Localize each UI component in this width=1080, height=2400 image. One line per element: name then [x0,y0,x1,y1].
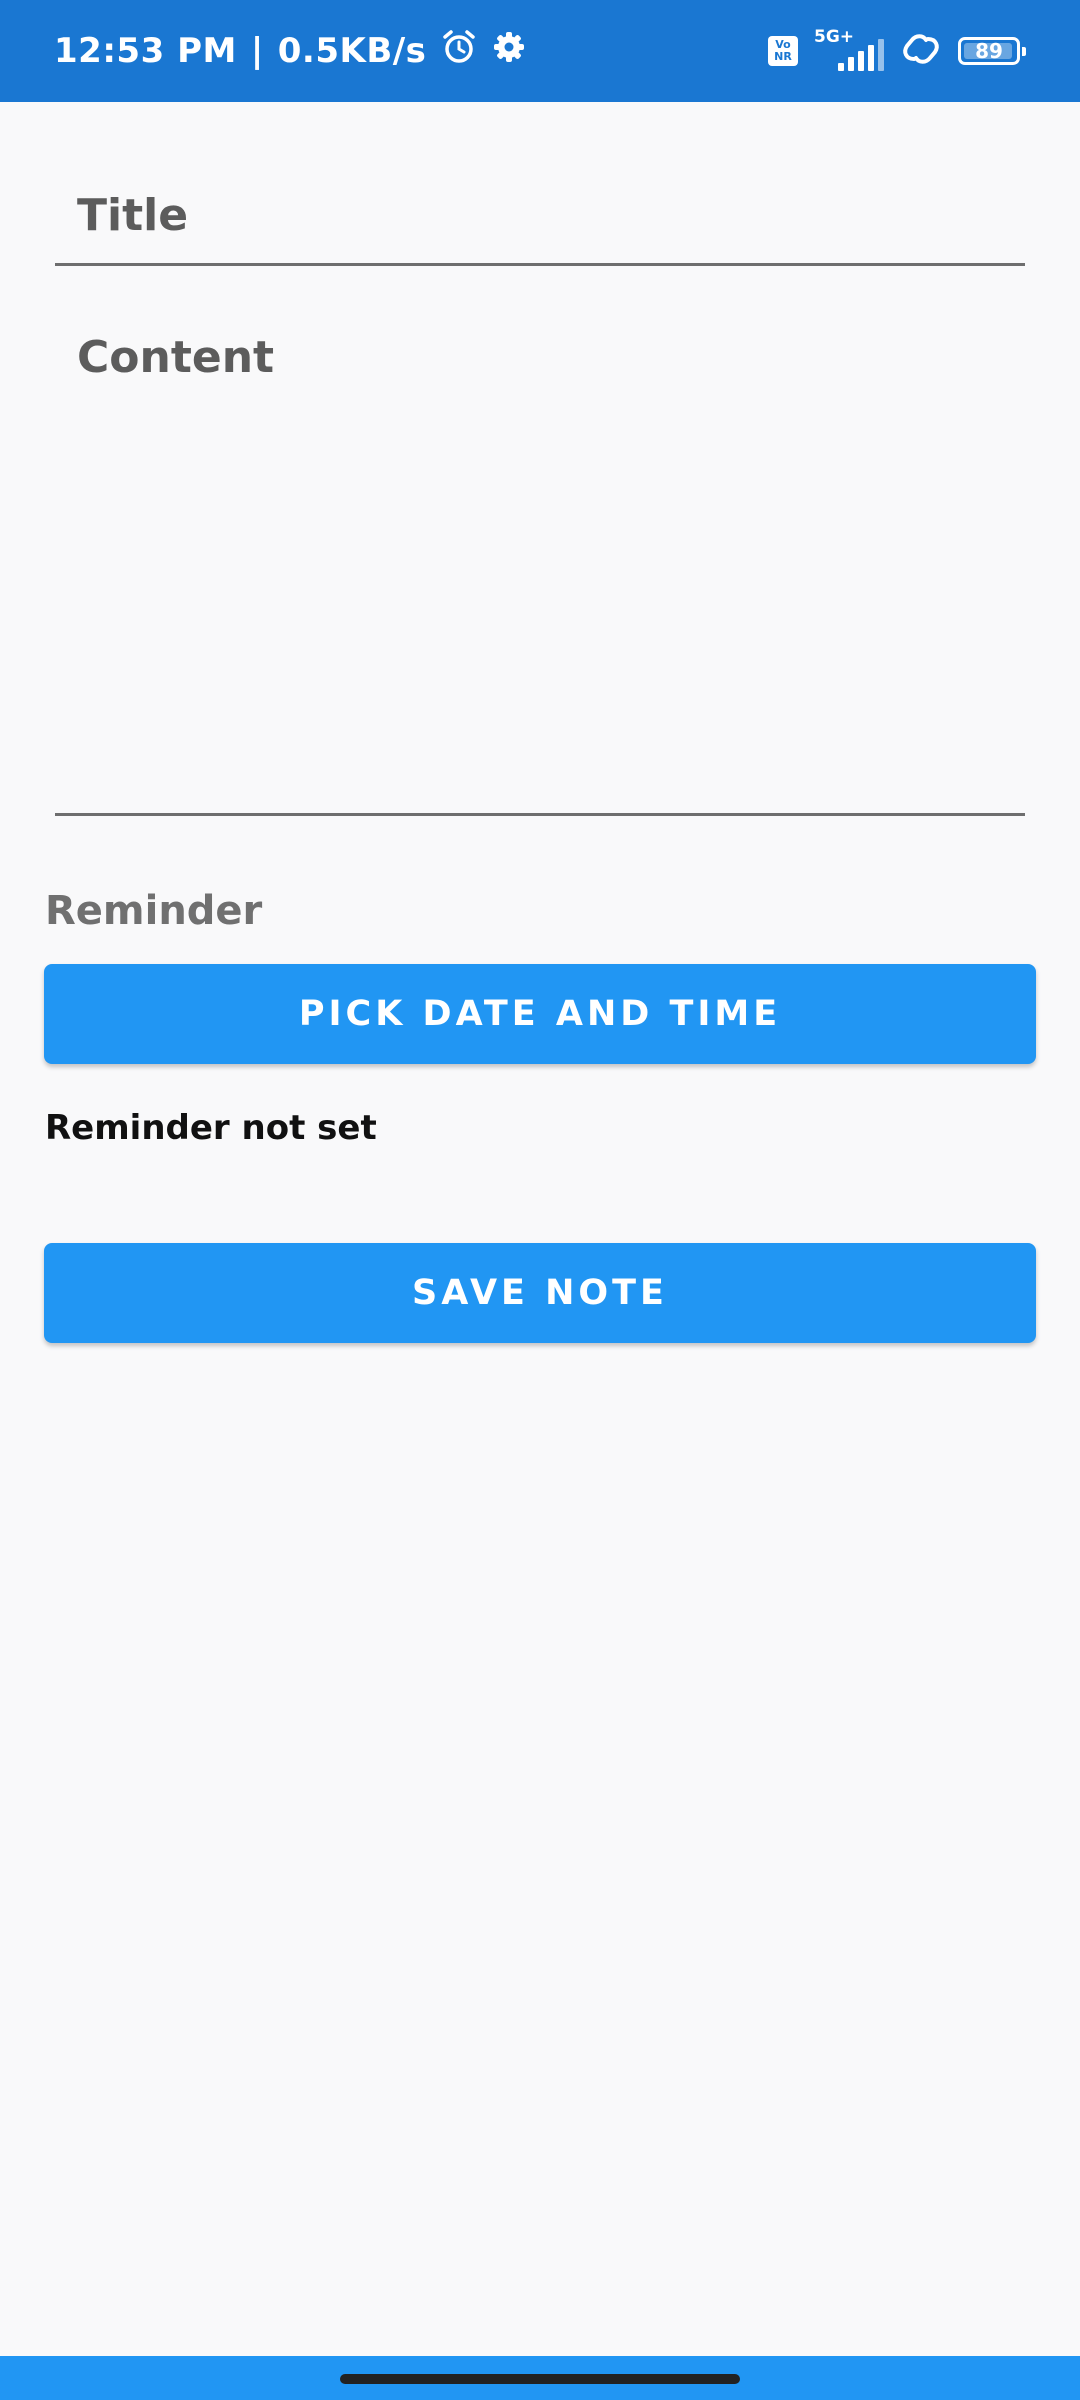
vonr-icon: Vo NR [768,36,798,66]
content-input[interactable]: Content [55,300,1025,816]
battery-icon: 89 [958,37,1026,65]
vonr-bottom-text: NR [774,50,792,63]
signal-icon: 5G+ [814,27,884,71]
reminder-status-text: Reminder not set [45,1108,377,1148]
pick-date-time-button[interactable]: PICK DATE AND TIME [44,964,1036,1064]
settings-gear-icon [492,30,526,73]
title-placeholder: Title [77,190,189,241]
hotspot-link-icon [900,32,942,70]
save-note-button[interactable]: SAVE NOTE [44,1243,1036,1343]
status-separator: | [250,31,264,71]
battery-level: 89 [975,39,1003,63]
content-placeholder: Content [77,332,275,383]
status-left: 12:53 PM | 0.5KB/s [54,0,526,102]
network-speed: 0.5KB/s [277,31,427,71]
title-input[interactable]: Title [55,170,1025,266]
status-bar: 12:53 PM | 0.5KB/s Vo NR 5G+ 89 [0,0,1080,102]
status-time: 12:53 PM [54,31,237,71]
navigation-bar [0,2356,1080,2400]
signal-bars [838,39,884,71]
home-gesture-handle[interactable] [340,2374,740,2384]
alarm-icon [440,28,478,75]
reminder-label: Reminder [45,888,263,934]
status-right: Vo NR 5G+ 89 [768,0,1026,102]
